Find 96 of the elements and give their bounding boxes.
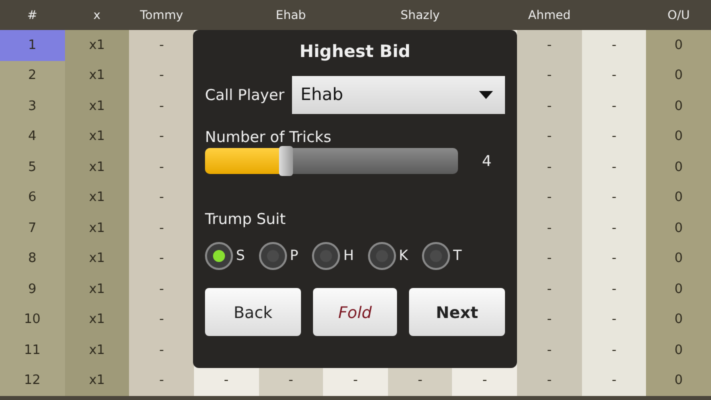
table-cell: -	[288, 373, 294, 388]
table-cell: -	[547, 160, 552, 175]
row-number-cell[interactable]: 4	[0, 122, 65, 152]
table-cell: -	[612, 38, 616, 53]
table-cell: -	[159, 342, 164, 358]
table-cell: x1	[88, 282, 105, 297]
table-cell: 0	[674, 160, 683, 175]
table-cell: -	[612, 251, 616, 266]
next-button[interactable]: Next	[409, 288, 505, 336]
table-cell: x1	[88, 129, 105, 144]
table-cell: -	[612, 373, 616, 388]
table-cell: -	[353, 373, 358, 388]
table-cell: -	[547, 38, 552, 53]
table-cell: -	[159, 98, 164, 114]
tricks-slider[interactable]	[205, 148, 458, 174]
table-cell: 0	[674, 373, 683, 388]
table-cell: -	[159, 160, 164, 175]
table-cell: 0	[674, 220, 683, 236]
row-number-cell[interactable]: 3	[0, 91, 65, 122]
row-number-cell[interactable]: 9	[0, 274, 65, 304]
slider-value: 4	[482, 152, 492, 170]
table-cell: x1	[88, 160, 105, 175]
column-header: Ahmed	[528, 8, 571, 22]
fold-button[interactable]: Fold	[313, 288, 397, 336]
table-cell: -	[159, 282, 164, 297]
row-number-cell[interactable]: 11	[0, 335, 65, 366]
dropdown-arrow-icon	[479, 91, 493, 99]
table-cell: x1	[88, 342, 105, 358]
table-cell: -	[547, 98, 552, 114]
column-header: O/U	[668, 8, 690, 22]
table-cell: x1	[88, 373, 105, 388]
table-cell: -	[547, 373, 552, 388]
table-cell: -	[547, 251, 552, 266]
row-number-cell[interactable]: 5	[0, 152, 65, 182]
table-cell: 0	[674, 282, 683, 297]
table-cell: x1	[88, 190, 105, 206]
table-cell: -	[547, 220, 552, 236]
table-cell: x1	[88, 38, 105, 53]
table-cell: 0	[674, 129, 683, 144]
table-cell: -	[159, 68, 164, 84]
dialog-title: Highest Bid	[298, 42, 412, 62]
row-number-cell[interactable]: 7	[0, 213, 65, 244]
table-cell: x1	[88, 98, 105, 114]
table-cell: -	[159, 38, 164, 53]
table-cell: -	[482, 373, 488, 388]
table-cell: -	[547, 68, 552, 84]
player-dropdown[interactable]: Ehab	[292, 76, 505, 114]
table-cell: -	[612, 98, 616, 114]
table-cell: 0	[674, 190, 683, 206]
row-number-cell[interactable]: 2	[0, 60, 65, 91]
table-cell: 0	[674, 38, 683, 53]
table-cell: -	[612, 282, 616, 297]
table-cell: 0	[674, 68, 683, 84]
table-cell: -	[159, 220, 164, 236]
table-cell: 0	[674, 312, 683, 328]
table-cell: -	[612, 312, 616, 328]
table-cell: -	[159, 251, 164, 266]
row-number-cell[interactable]: 8	[0, 244, 65, 274]
table-cell: 0	[674, 251, 683, 266]
table-cell: -	[612, 129, 616, 144]
column-header: #	[27, 8, 38, 22]
table-cell: -	[547, 282, 552, 297]
table-cell: -	[612, 160, 616, 175]
table-cell: -	[547, 190, 552, 206]
table-cell: x1	[88, 220, 105, 236]
slider-thumb[interactable]	[278, 146, 293, 176]
table-cell: -	[224, 373, 229, 388]
table-cell: -	[547, 129, 552, 144]
table-cell: 0	[674, 342, 683, 358]
row-number-cell[interactable]: 10	[0, 304, 65, 335]
table-cell: -	[612, 220, 616, 236]
row-number-cell[interactable]: 12	[0, 366, 65, 396]
table-cell: x1	[88, 68, 105, 84]
table-cell: -	[547, 342, 552, 358]
column-header: x	[93, 8, 100, 22]
table-cell: -	[612, 68, 616, 84]
row-number-cell[interactable]: 1	[0, 30, 65, 60]
table-cell: -	[159, 129, 164, 144]
table-cell: -	[612, 342, 616, 358]
table-cell: -	[159, 190, 164, 206]
table-cell: -	[159, 373, 164, 388]
table-cell: x1	[88, 251, 105, 266]
column-header: Ehab	[276, 8, 306, 22]
column-header: Shazly	[400, 8, 440, 22]
field-label: Call Player	[205, 86, 284, 104]
table-cell: x1	[88, 312, 105, 328]
table-cell: -	[159, 312, 164, 328]
field-label: Number of Tricks	[205, 128, 332, 146]
table-cell: -	[418, 373, 422, 388]
table-cell: -	[547, 312, 552, 328]
back-button[interactable]: Back	[205, 288, 301, 336]
row-number-cell[interactable]: 6	[0, 182, 65, 213]
column-header: Tommy	[140, 8, 184, 22]
table-cell: 0	[674, 98, 683, 114]
table-cell: -	[612, 190, 616, 206]
field-label: Trump Suit	[205, 210, 287, 228]
